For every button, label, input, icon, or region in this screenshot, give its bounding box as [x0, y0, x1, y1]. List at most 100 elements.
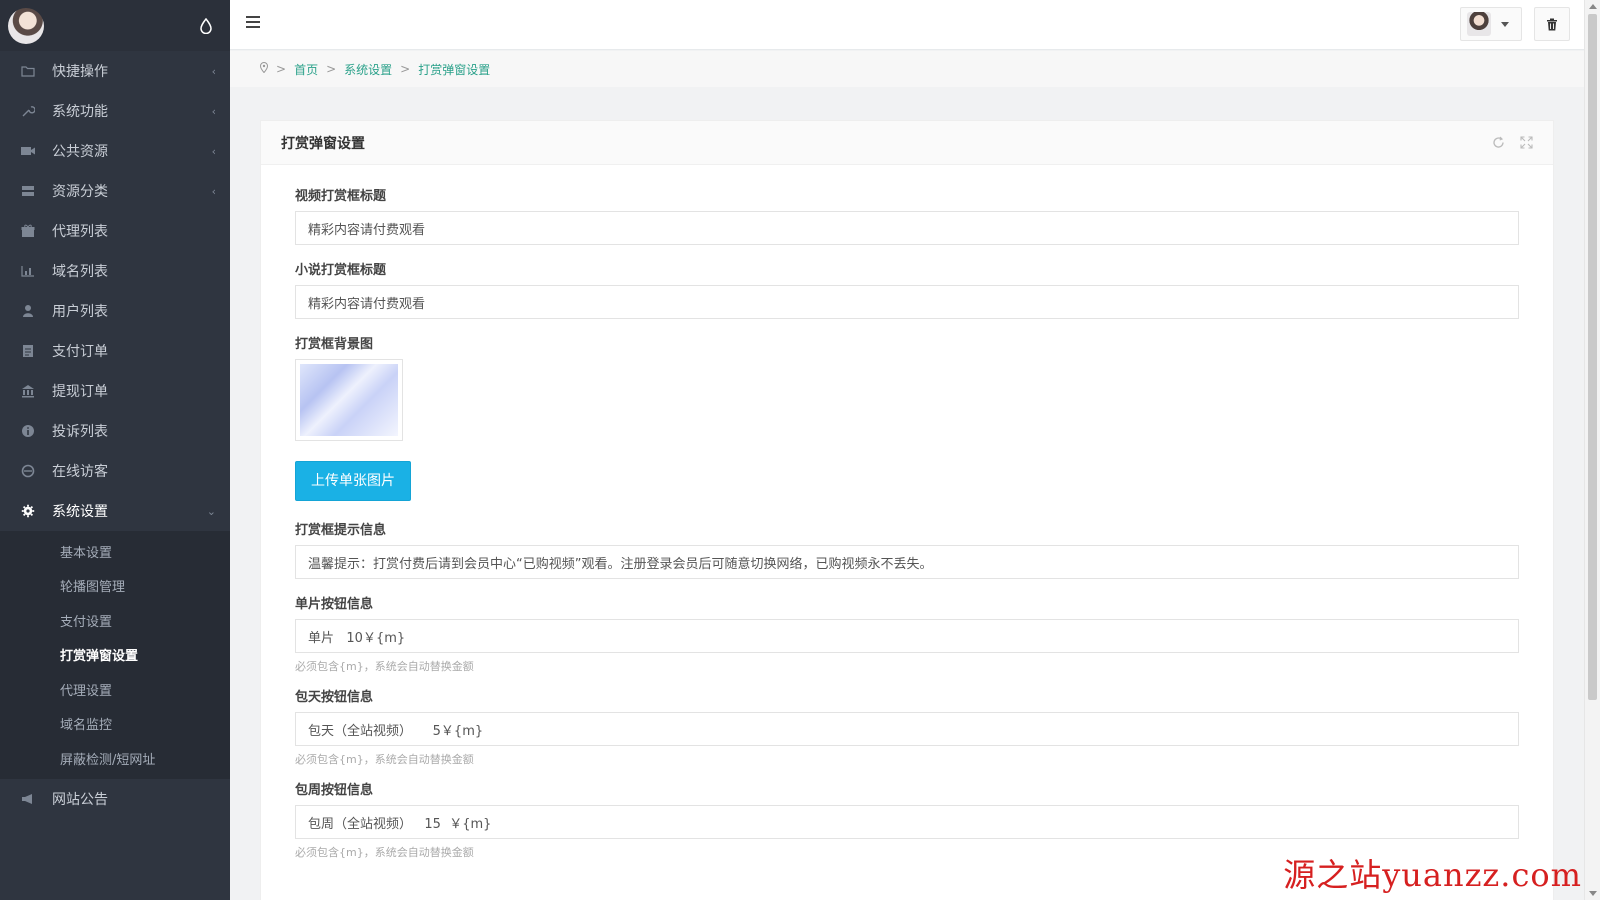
clear-cache-button[interactable]: [1534, 7, 1570, 41]
submenu-item-carousel-management[interactable]: 轮播图管理: [0, 569, 230, 604]
single-button-label: 单片按钮信息: [295, 597, 374, 612]
sidebar-item-label: 在线访客: [52, 464, 108, 480]
sidebar-item-system-functions[interactable]: 系统功能 ‹: [0, 91, 230, 131]
breadcrumb-current[interactable]: 打赏弹窗设置: [418, 61, 490, 78]
sidebar-item-public-resources[interactable]: 公共资源 ‹: [0, 131, 230, 171]
novel-title-input[interactable]: [295, 285, 1519, 319]
gift-icon: [20, 223, 36, 239]
sidebar: 快捷操作 ‹ 系统功能 ‹ 公共资源 ‹ 资源分类 ‹ 代理列表 域名列表 用户…: [0, 0, 230, 900]
sidebar-item-label: 提现订单: [52, 384, 108, 400]
sidebar-item-label: 投诉列表: [52, 424, 108, 440]
breadcrumb-separator: >: [276, 62, 287, 76]
sidebar-item-complaint-list[interactable]: 投诉列表: [0, 411, 230, 451]
video-camera-icon: [20, 143, 36, 159]
system-settings-submenu: 基本设置 轮播图管理 支付设置 打赏弹窗设置 代理设置 域名监控 屏蔽检测/短网…: [0, 531, 230, 779]
video-title-label: 视频打赏框标题: [295, 189, 387, 204]
sidebar-menu-bottom: 网站公告: [0, 779, 230, 819]
sidebar-item-user-list[interactable]: 用户列表: [0, 291, 230, 331]
scroll-thumb[interactable]: [1588, 14, 1597, 700]
fullscreen-icon[interactable]: [1519, 136, 1533, 150]
watermark: 源之站yuanzz.com: [1283, 856, 1582, 894]
sidebar-item-withdraw-orders[interactable]: 提现订单: [0, 371, 230, 411]
sidebar-item-domain-list[interactable]: 域名列表: [0, 251, 230, 291]
video-title-input[interactable]: [295, 211, 1519, 245]
info-icon: [20, 423, 36, 439]
day-button-hint: 必须包含{m}，系统会自动替换金额: [295, 753, 474, 766]
list-icon: [20, 183, 36, 199]
user-dropdown[interactable]: [1460, 7, 1522, 41]
bar-chart-icon: [20, 263, 36, 279]
week-button-input[interactable]: [295, 805, 1519, 839]
breadcrumb: > 首页 > 系统设置 > 打赏弹窗设置: [230, 51, 1584, 87]
background-image-label: 打赏框背景图: [295, 337, 374, 352]
day-button-label: 包天按钮信息: [295, 690, 374, 705]
globe-icon: [20, 463, 36, 479]
single-button-input[interactable]: [295, 619, 1519, 653]
location-pin-icon: [259, 61, 269, 76]
sidebar-item-online-visitors[interactable]: 在线访客: [0, 451, 230, 491]
breadcrumb-separator: >: [400, 62, 411, 76]
background-image-group: 打赏框背景图 上传单张图片: [295, 333, 1519, 519]
bank-icon: [20, 383, 36, 399]
sidebar-item-label: 网站公告: [52, 791, 108, 808]
topbar: [230, 0, 1584, 50]
breadcrumb-home[interactable]: 首页: [294, 61, 318, 78]
bullhorn-icon: [20, 791, 36, 807]
novel-title-group: 小说打赏框标题: [295, 259, 1519, 319]
video-title-group: 视频打赏框标题: [295, 185, 1519, 245]
single-button-hint: 必须包含{m}，系统会自动替换金额: [295, 660, 474, 673]
submenu-item-block-detect-shortlink[interactable]: 屏蔽检测/短网址: [0, 741, 230, 776]
caret-down-icon: [1501, 21, 1509, 27]
theme-drop-icon[interactable]: [200, 17, 212, 34]
chevron-left-icon: ‹: [211, 104, 216, 118]
breadcrumb-system-settings[interactable]: 系统设置: [344, 61, 392, 78]
card-tools: [1491, 136, 1533, 150]
sidebar-item-label: 域名列表: [52, 264, 108, 280]
tip-label: 打赏框提示信息: [295, 523, 387, 538]
sidebar-item-quick-actions[interactable]: 快捷操作 ‹: [0, 51, 230, 91]
submenu-item-domain-monitor[interactable]: 域名监控: [0, 707, 230, 742]
background-image-preview[interactable]: [295, 359, 403, 441]
scroll-down-icon[interactable]: [1589, 891, 1597, 896]
page-scrollbar[interactable]: [1584, 0, 1600, 900]
novel-title-label: 小说打赏框标题: [295, 263, 387, 278]
sidebar-item-label: 资源分类: [52, 184, 108, 200]
wrench-icon: [20, 103, 36, 119]
sidebar-item-system-settings[interactable]: 系统设置 ⌄: [0, 491, 230, 531]
card-header: 打赏弹窗设置: [261, 121, 1553, 165]
sidebar-item-label: 用户列表: [52, 304, 108, 320]
chevron-left-icon: ‹: [211, 184, 216, 198]
tip-input[interactable]: [295, 545, 1519, 579]
day-button-input[interactable]: [295, 712, 1519, 746]
folder-icon: [20, 63, 36, 79]
user-icon: [20, 303, 36, 319]
chevron-left-icon: ‹: [211, 64, 216, 78]
refresh-icon[interactable]: [1491, 136, 1505, 150]
sidebar-item-payment-orders[interactable]: 支付订单: [0, 331, 230, 371]
day-button-group: 包天按钮信息 必须包含{m}，系统会自动替换金额: [295, 686, 1519, 767]
sidebar-item-resource-categories[interactable]: 资源分类 ‹: [0, 171, 230, 211]
sidebar-item-label: 公共资源: [52, 144, 108, 160]
sidebar-item-label: 系统功能: [52, 104, 108, 120]
sidebar-item-label: 系统设置: [52, 504, 108, 520]
scroll-up-icon[interactable]: [1589, 4, 1597, 9]
settings-form: 视频打赏框标题 小说打赏框标题 打赏框背景图 上传单张图片 打赏框提示信息 单片…: [261, 165, 1553, 860]
submenu-item-basic-settings[interactable]: 基本设置: [0, 534, 230, 569]
admin-avatar[interactable]: [8, 7, 44, 44]
submenu-item-payment-settings[interactable]: 支付设置: [0, 603, 230, 638]
sidebar-header: [0, 0, 230, 51]
tip-group: 打赏框提示信息: [295, 519, 1519, 579]
submenu-item-reward-popup-settings[interactable]: 打赏弹窗设置: [0, 638, 230, 673]
chevron-down-icon: ⌄: [206, 504, 216, 518]
sidebar-item-agent-list[interactable]: 代理列表: [0, 211, 230, 251]
document-icon: [20, 343, 36, 359]
submenu-item-agent-settings[interactable]: 代理设置: [0, 672, 230, 707]
background-image: [300, 364, 398, 436]
sidebar-item-label: 快捷操作: [52, 64, 108, 80]
sidebar-item-site-announcement[interactable]: 网站公告: [0, 779, 230, 819]
menu-toggle-icon[interactable]: [246, 16, 260, 28]
upload-image-button[interactable]: 上传单张图片: [295, 461, 411, 501]
user-avatar: [1467, 12, 1491, 36]
week-button-label: 包周按钮信息: [295, 783, 374, 798]
sidebar-menu: 快捷操作 ‹ 系统功能 ‹ 公共资源 ‹ 资源分类 ‹ 代理列表 域名列表 用户…: [0, 51, 230, 531]
